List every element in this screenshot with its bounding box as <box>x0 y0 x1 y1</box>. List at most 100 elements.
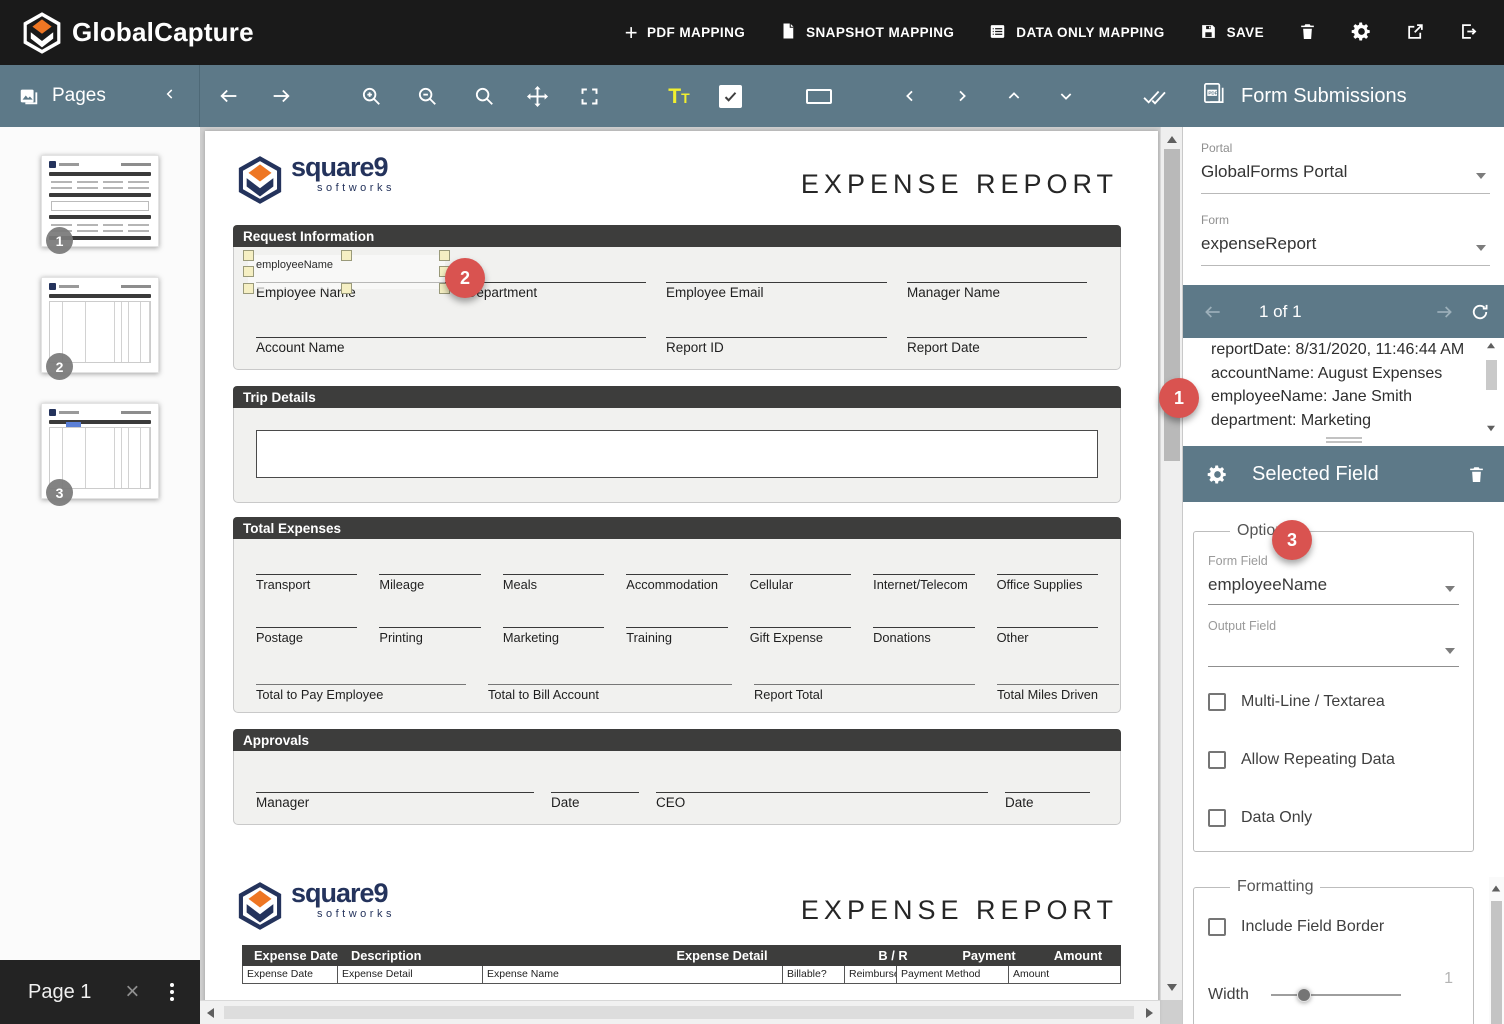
gear-icon[interactable] <box>1207 464 1228 485</box>
forward-arrow-icon[interactable] <box>268 83 294 109</box>
scroll-right-icon[interactable] <box>1146 1008 1153 1018</box>
entries-scrollbar[interactable] <box>1484 340 1499 432</box>
total-field[interactable]: Total Miles Driven <box>997 661 1119 704</box>
portal-select[interactable]: GlobalForms Portal <box>1201 162 1490 194</box>
logout-button[interactable] <box>1459 22 1478 44</box>
manager-name-field[interactable]: Manager Name <box>907 257 1087 302</box>
resize-handle[interactable] <box>341 250 352 261</box>
approval-field[interactable]: CEO <box>656 767 988 812</box>
resize-handle[interactable] <box>341 283 352 294</box>
total-field[interactable]: Total to Bill Account <box>488 661 732 704</box>
page-thumbnail[interactable]: 2 <box>41 277 159 373</box>
expense-field[interactable]: Internet/Telecom <box>873 553 974 594</box>
width-slider[interactable] <box>1271 988 1401 1002</box>
options-scrollbar[interactable] <box>1489 877 1504 1024</box>
expense-field[interactable]: Donations <box>873 606 974 647</box>
report-date-field[interactable]: Report Date <box>907 312 1087 357</box>
settings-button[interactable] <box>1351 21 1372 45</box>
vertical-scrollbar[interactable] <box>1160 127 1182 1000</box>
pan-icon[interactable] <box>524 83 550 109</box>
scroll-up-icon[interactable] <box>1167 136 1177 143</box>
refresh-icon[interactable] <box>1470 302 1490 322</box>
expense-field[interactable]: Cellular <box>750 553 851 594</box>
page-thumbnail[interactable]: 1 <box>41 155 159 247</box>
pdf-page[interactable]: square9 softworks EXPENSE REPORT Request… <box>205 131 1158 1024</box>
horizontal-scrollbar[interactable] <box>200 1000 1160 1024</box>
zoom-in-icon[interactable] <box>358 83 384 109</box>
up-field-icon[interactable] <box>1001 83 1027 109</box>
employee-email-field[interactable]: Employee Email <box>666 257 887 302</box>
slider-thumb[interactable] <box>1297 988 1311 1002</box>
save-button[interactable]: SAVE <box>1199 22 1264 44</box>
apply-all-icon[interactable] <box>1142 83 1168 109</box>
trash-icon[interactable] <box>1467 464 1486 485</box>
horizontal-scroll-thumb[interactable] <box>224 1006 1134 1019</box>
expense-field[interactable]: Gift Expense <box>750 606 851 647</box>
expense-field[interactable]: Marketing <box>503 606 604 647</box>
expense-field[interactable]: Mileage <box>379 553 480 594</box>
options-scroll-thumb[interactable] <box>1491 901 1502 1024</box>
approval-field[interactable]: Date <box>551 767 639 812</box>
scroll-up-icon[interactable] <box>1492 886 1501 892</box>
form-field-select[interactable]: employeeName <box>1208 570 1459 605</box>
expense-table-row[interactable]: Expense Date Expense Detail Expense Name… <box>242 966 1121 984</box>
text-field-icon[interactable]: TT <box>666 83 692 109</box>
expense-field[interactable]: Postage <box>256 606 357 647</box>
total-field[interactable]: Total to Pay Employee <box>256 661 466 704</box>
pdf-mapping-button[interactable]: + PDF MAPPING <box>625 22 745 44</box>
panel-resize-handle[interactable] <box>1183 432 1504 446</box>
back-arrow-icon[interactable] <box>216 83 242 109</box>
total-field[interactable]: Report Total <box>754 661 975 704</box>
expense-field[interactable]: Printing <box>379 606 480 647</box>
prev-field-icon[interactable] <box>897 83 923 109</box>
output-field-select[interactable] <box>1208 635 1459 667</box>
form-select[interactable]: expenseReport <box>1201 234 1490 266</box>
snapshot-mapping-button[interactable]: SNAPSHOT MAPPING <box>779 21 954 44</box>
previous-submission-icon[interactable] <box>1203 302 1223 322</box>
resize-handle[interactable] <box>243 266 254 277</box>
data-only-mapping-button[interactable]: DATA ONLY MAPPING <box>988 22 1164 44</box>
delete-button[interactable] <box>1298 21 1317 45</box>
expense-field[interactable]: Accommodation <box>626 553 727 594</box>
page-thumbnail[interactable]: 3 <box>41 403 159 499</box>
zoom-search-icon[interactable] <box>471 83 497 109</box>
scroll-left-icon[interactable] <box>207 1008 214 1018</box>
expense-field[interactable]: Transport <box>256 553 357 594</box>
include-border-checkbox-row[interactable]: Include Field Border <box>1208 918 1459 936</box>
approval-field[interactable]: Manager <box>256 767 534 812</box>
account-name-field[interactable]: Account Name <box>256 312 646 357</box>
repeating-data-checkbox-row[interactable]: Allow Repeating Data <box>1208 751 1459 769</box>
submission-data-list[interactable]: reportDate: 8/31/2020, 11:46:44 AM accou… <box>1183 338 1504 432</box>
data-only-checkbox-row[interactable]: Data Only <box>1208 809 1459 827</box>
expense-field[interactable]: Other <box>997 606 1098 647</box>
include-border-checkbox[interactable] <box>1208 918 1226 936</box>
scroll-down-icon[interactable] <box>1167 984 1177 991</box>
collapse-pages-icon[interactable] <box>163 87 177 106</box>
scroll-down-icon[interactable] <box>1487 426 1495 432</box>
resize-handle[interactable] <box>243 250 254 261</box>
multiline-checkbox-row[interactable]: Multi-Line / Textarea <box>1208 693 1459 711</box>
resize-handle[interactable] <box>439 250 450 261</box>
next-submission-icon[interactable] <box>1434 302 1454 322</box>
trip-details-input[interactable] <box>256 430 1098 478</box>
expense-field[interactable]: Meals <box>503 553 604 594</box>
zoom-out-icon[interactable] <box>414 83 440 109</box>
open-in-new-button[interactable] <box>1406 22 1425 44</box>
repeating-data-checkbox[interactable] <box>1208 751 1226 769</box>
close-page-icon[interactable]: × <box>125 978 139 1006</box>
expense-field[interactable]: Training <box>626 606 727 647</box>
entries-scroll-thumb[interactable] <box>1486 360 1497 390</box>
next-field-icon[interactable] <box>949 83 975 109</box>
expense-field[interactable]: Office Supplies <box>997 553 1098 594</box>
scroll-up-icon[interactable] <box>1487 343 1495 349</box>
page-menu-icon[interactable] <box>170 983 174 1001</box>
multiline-checkbox[interactable] <box>1208 693 1226 711</box>
down-field-icon[interactable] <box>1053 83 1079 109</box>
report-id-field[interactable]: Report ID <box>666 312 887 357</box>
approval-field[interactable]: Date <box>1005 767 1090 812</box>
checkbox-field-icon[interactable] <box>717 83 743 109</box>
resize-handle[interactable] <box>243 283 254 294</box>
data-only-checkbox[interactable] <box>1208 809 1226 827</box>
selected-field-overlay[interactable]: employeeName <box>248 255 445 289</box>
rectangle-field-icon[interactable] <box>806 83 832 109</box>
